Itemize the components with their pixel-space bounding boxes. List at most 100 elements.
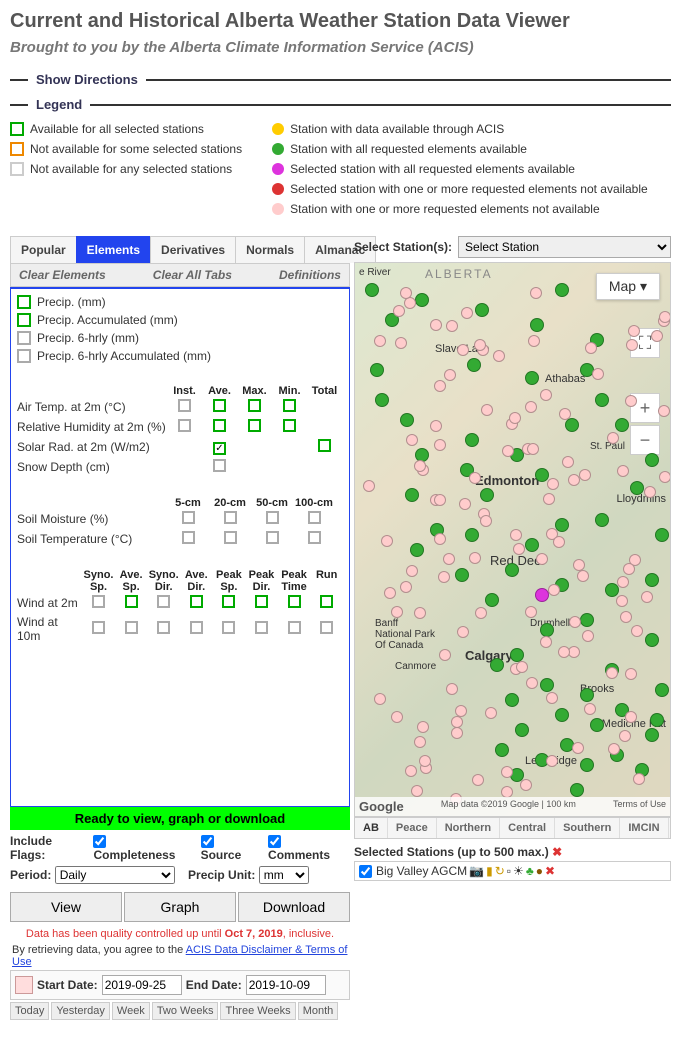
station-marker-unavailable[interactable] xyxy=(444,369,456,381)
station-marker[interactable] xyxy=(645,633,659,647)
flag-completeness[interactable]: Completeness xyxy=(93,834,186,862)
station-marker-unavailable[interactable] xyxy=(562,456,574,468)
quick-date-yesterday[interactable]: Yesterday xyxy=(51,1002,110,1020)
station-marker[interactable] xyxy=(540,623,554,637)
refresh-icon[interactable]: ↻ xyxy=(495,864,505,878)
station-marker-unavailable[interactable] xyxy=(513,543,525,555)
map-tab-peace[interactable]: Peace xyxy=(388,818,437,838)
station-marker-unavailable[interactable] xyxy=(547,478,559,490)
station-marker[interactable] xyxy=(465,528,479,542)
precip-unit-select[interactable]: mm xyxy=(259,866,309,884)
grid-checkbox[interactable] xyxy=(222,595,235,608)
station-marker-unavailable[interactable] xyxy=(493,350,505,362)
station-marker-unavailable[interactable] xyxy=(414,607,426,619)
grid-checkbox[interactable] xyxy=(213,399,226,412)
station-marker-unavailable[interactable] xyxy=(625,668,637,680)
station-marker-unavailable[interactable] xyxy=(510,529,522,541)
station-marker-unavailable[interactable] xyxy=(417,721,429,733)
station-marker-unavailable[interactable] xyxy=(536,553,548,565)
grid-checkbox[interactable] xyxy=(157,595,170,608)
grid-checkbox[interactable] xyxy=(125,621,138,634)
station-marker-unavailable[interactable] xyxy=(617,465,629,477)
tab-normals[interactable]: Normals xyxy=(235,236,305,263)
grid-checkbox[interactable] xyxy=(320,621,333,634)
station-marker-unavailable[interactable] xyxy=(582,630,594,642)
station-marker-unavailable[interactable] xyxy=(520,779,532,791)
station-marker[interactable] xyxy=(400,413,414,427)
station-marker-unavailable[interactable] xyxy=(414,736,426,748)
station-marker[interactable] xyxy=(595,513,609,527)
station-marker-unavailable[interactable] xyxy=(644,486,656,498)
station-marker-unavailable[interactable] xyxy=(543,493,555,505)
station-marker[interactable] xyxy=(655,683,669,697)
station-marker[interactable] xyxy=(580,613,594,627)
station-marker[interactable] xyxy=(410,543,424,557)
station-marker-unavailable[interactable] xyxy=(530,287,542,299)
grid-checkbox[interactable] xyxy=(157,621,170,634)
station-marker-unavailable[interactable] xyxy=(658,405,670,417)
tab-elements[interactable]: Elements xyxy=(76,236,151,263)
station-marker-unavailable[interactable] xyxy=(384,587,396,599)
station-marker-unavailable[interactable] xyxy=(509,412,521,424)
station-marker[interactable] xyxy=(467,358,481,372)
station-marker[interactable] xyxy=(375,393,389,407)
element-checkbox[interactable] xyxy=(17,331,31,345)
station-marker[interactable] xyxy=(525,538,539,552)
grid-checkbox[interactable] xyxy=(308,531,321,544)
station-marker[interactable] xyxy=(495,743,509,757)
station-marker[interactable] xyxy=(370,363,384,377)
grid-checkbox[interactable] xyxy=(125,595,138,608)
element-checkbox[interactable] xyxy=(17,349,31,363)
station-marker-unavailable[interactable] xyxy=(559,408,571,420)
station-marker[interactable] xyxy=(645,573,659,587)
station-marker[interactable] xyxy=(490,658,504,672)
station-marker-unavailable[interactable] xyxy=(526,677,538,689)
station-marker-unavailable[interactable] xyxy=(568,646,580,658)
station-marker[interactable] xyxy=(525,371,539,385)
grid-checkbox[interactable] xyxy=(248,419,261,432)
station-marker[interactable] xyxy=(580,688,594,702)
station-marker-unavailable[interactable] xyxy=(457,626,469,638)
map-tab-imcin[interactable]: IMCIN xyxy=(620,818,668,838)
map-tab-ab[interactable]: AB xyxy=(355,818,388,838)
station-marker-unavailable[interactable] xyxy=(404,297,416,309)
station-marker-unavailable[interactable] xyxy=(461,307,473,319)
station-marker-unavailable[interactable] xyxy=(546,692,558,704)
station-marker-unavailable[interactable] xyxy=(430,319,442,331)
station-marker-unavailable[interactable] xyxy=(527,443,539,455)
station-marker-unavailable[interactable] xyxy=(475,607,487,619)
download-button[interactable]: Download xyxy=(238,892,350,922)
station-marker-unavailable[interactable] xyxy=(434,380,446,392)
station-marker-unavailable[interactable] xyxy=(569,616,581,628)
grid-checkbox[interactable] xyxy=(190,621,203,634)
station-marker-unavailable[interactable] xyxy=(516,661,528,673)
graph-button[interactable]: Graph xyxy=(124,892,236,922)
station-marker-unavailable[interactable] xyxy=(480,515,492,527)
station-marker[interactable] xyxy=(515,723,529,737)
station-marker-unavailable[interactable] xyxy=(451,716,463,728)
station-marker-unavailable[interactable] xyxy=(623,563,635,575)
station-marker-unavailable[interactable] xyxy=(553,536,565,548)
station-marker[interactable] xyxy=(645,453,659,467)
station-marker-unavailable[interactable] xyxy=(391,711,403,723)
grid-checkbox[interactable] xyxy=(213,459,226,472)
quick-date-week[interactable]: Week xyxy=(112,1002,150,1020)
station-marker-unavailable[interactable] xyxy=(568,474,580,486)
station-marker-unavailable[interactable] xyxy=(459,498,471,510)
station-marker-unavailable[interactable] xyxy=(434,533,446,545)
grid-checkbox[interactable] xyxy=(178,419,191,432)
flag-source[interactable]: Source xyxy=(201,834,254,862)
grid-checkbox[interactable] xyxy=(222,621,235,634)
station-marker-unavailable[interactable] xyxy=(363,480,375,492)
grid-checkbox[interactable] xyxy=(283,419,296,432)
element-checkbox[interactable] xyxy=(17,313,31,327)
station-marker-unavailable[interactable] xyxy=(469,472,481,484)
grid-checkbox[interactable] xyxy=(308,511,321,524)
station-marker-unavailable[interactable] xyxy=(501,766,513,778)
station-marker-unavailable[interactable] xyxy=(525,401,537,413)
station-marker-unavailable[interactable] xyxy=(439,649,451,661)
station-marker-unavailable[interactable] xyxy=(617,576,629,588)
station-marker-unavailable[interactable] xyxy=(579,469,591,481)
quick-date-three-weeks[interactable]: Three Weeks xyxy=(220,1002,295,1020)
grid-checkbox[interactable] xyxy=(213,419,226,432)
